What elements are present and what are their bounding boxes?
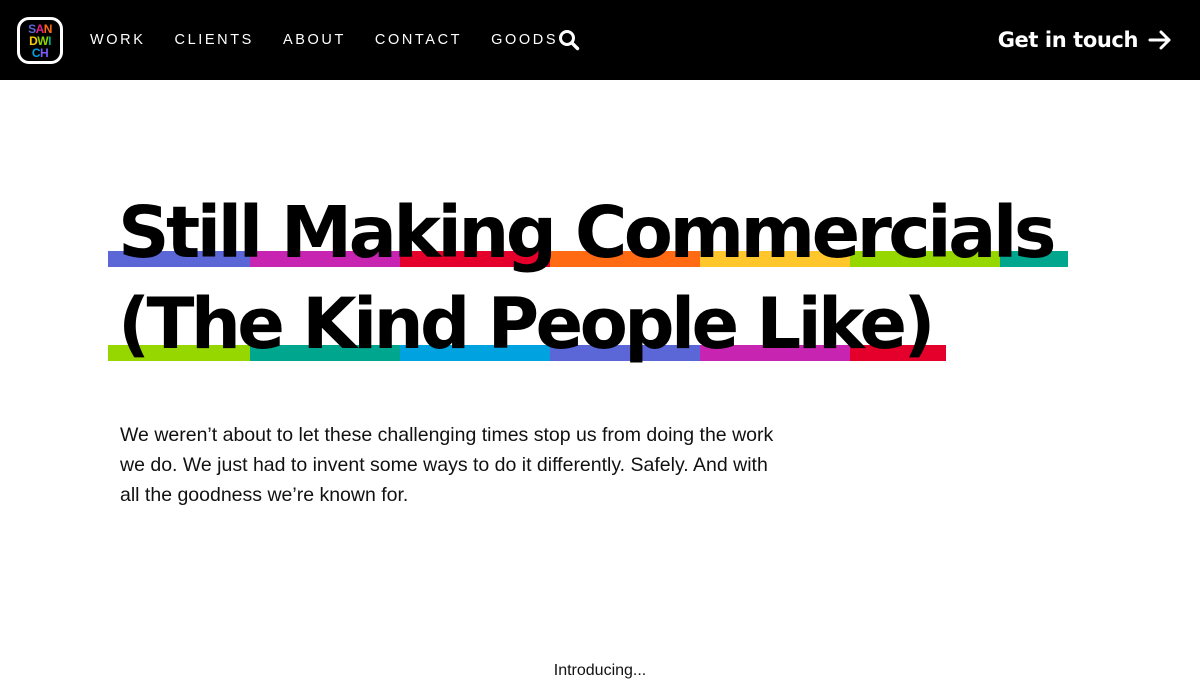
logo-letter: I <box>48 33 51 48</box>
logo-letter: C <box>31 45 41 60</box>
logo-row: CH <box>31 45 49 60</box>
logo-letter: A <box>35 21 45 36</box>
nav-about[interactable]: ABOUT <box>283 32 346 48</box>
logo-letter: H <box>40 45 49 60</box>
nav-contact[interactable]: CONTACT <box>375 32 462 48</box>
nav-goods[interactable]: GOODS <box>491 32 558 48</box>
site-header: SANDWICH WORK CLIENTS ABOUT CONTACT GOOD… <box>0 0 1200 80</box>
sandwich-logo[interactable]: SANDWICH <box>17 17 63 64</box>
logo-letter: D <box>29 33 38 48</box>
logo-letter: N <box>43 21 53 36</box>
hero-title-line-1: Still Making Commercials <box>118 190 1057 274</box>
hero-title-line-2: (The Kind People Like) <box>118 283 936 365</box>
nav-clients[interactable]: CLIENTS <box>175 32 254 48</box>
arrow-right-icon <box>1148 28 1172 52</box>
logo-row: DWI <box>29 35 51 47</box>
main-nav: WORK CLIENTS ABOUT CONTACT GOODS <box>90 0 587 80</box>
logo-row: SAN <box>28 23 52 35</box>
nav-work[interactable]: WORK <box>90 32 146 48</box>
search-icon[interactable] <box>558 29 580 51</box>
logo-letter: S <box>28 21 36 36</box>
introducing-label: Introducing... <box>553 662 647 679</box>
intro-paragraph: We weren’t about to let these challengin… <box>120 424 774 506</box>
logo-letter: W <box>37 33 49 48</box>
get-in-touch-label: Get in touch <box>997 28 1139 52</box>
get-in-touch-button[interactable]: Get in touch <box>998 22 1172 58</box>
